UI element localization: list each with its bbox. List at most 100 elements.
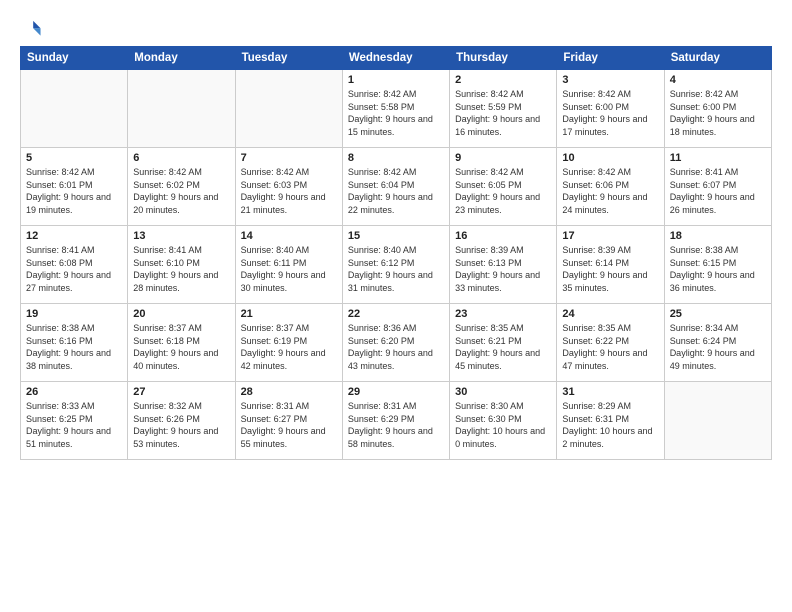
day-info: Sunrise: 8:42 AM Sunset: 6:03 PM Dayligh… <box>241 166 337 216</box>
day-info: Sunrise: 8:41 AM Sunset: 6:07 PM Dayligh… <box>670 166 766 216</box>
calendar-cell: 16Sunrise: 8:39 AM Sunset: 6:13 PM Dayli… <box>450 226 557 304</box>
day-number: 6 <box>133 152 229 164</box>
calendar-cell: 26 Sunrise: 8:33 AM Sunset: 6:25 PM Dayli… <box>21 382 128 460</box>
day-info: Sunrise: 8:38 AM Sunset: 6:15 PM Dayligh… <box>670 244 766 294</box>
week-row-1: 1 Sunrise: 8:42 AM Sunset: 5:58 PM Daylig… <box>21 70 772 148</box>
calendar-cell: 18 Sunrise: 8:38 AM Sunset: 6:15 PM Dayli… <box>664 226 771 304</box>
logo <box>20 18 46 40</box>
week-row-2: 5 Sunrise: 8:42 AM Sunset: 6:01 PM Daylig… <box>21 148 772 226</box>
day-number: 26 <box>26 386 122 398</box>
day-number: 2 <box>455 74 551 86</box>
day-info: Sunrise: 8:42 AM Sunset: 6:06 PM Dayligh… <box>562 166 658 216</box>
day-number: 1 <box>348 74 444 86</box>
day-info: Sunrise: 8:35 AM Sunset: 6:22 PM Dayligh… <box>562 322 658 372</box>
calendar-cell: 5 Sunrise: 8:42 AM Sunset: 6:01 PM Daylig… <box>21 148 128 226</box>
page: SundayMondayTuesdayWednesdayThursdayFrid… <box>0 0 792 612</box>
day-number: 13 <box>133 230 229 242</box>
day-number: 8 <box>348 152 444 164</box>
day-number: 16 <box>455 230 551 242</box>
calendar-cell <box>21 70 128 148</box>
calendar-cell <box>664 382 771 460</box>
day-info: Sunrise: 8:40 AM Sunset: 6:12 PM Dayligh… <box>348 244 444 294</box>
day-info: Sunrise: 8:37 AM Sunset: 6:19 PM Dayligh… <box>241 322 337 372</box>
day-number: 18 <box>670 230 766 242</box>
day-number: 9 <box>455 152 551 164</box>
day-number: 30 <box>455 386 551 398</box>
day-info: Sunrise: 8:42 AM Sunset: 6:00 PM Dayligh… <box>670 88 766 138</box>
calendar-cell: 15 Sunrise: 8:40 AM Sunset: 6:12 PM Dayli… <box>342 226 449 304</box>
day-number: 25 <box>670 308 766 320</box>
day-info: Sunrise: 8:33 AM Sunset: 6:25 PM Dayligh… <box>26 400 122 450</box>
weekday-header-saturday: Saturday <box>664 47 771 70</box>
calendar-cell: 27 Sunrise: 8:32 AM Sunset: 6:26 PM Dayli… <box>128 382 235 460</box>
calendar-cell: 14Sunrise: 8:40 AM Sunset: 6:11 PM Dayli… <box>235 226 342 304</box>
calendar-cell: 25 Sunrise: 8:34 AM Sunset: 6:24 PM Dayli… <box>664 304 771 382</box>
calendar-cell: 11 Sunrise: 8:41 AM Sunset: 6:07 PM Dayli… <box>664 148 771 226</box>
day-info: Sunrise: 8:41 AM Sunset: 6:10 PM Dayligh… <box>133 244 229 294</box>
day-info: Sunrise: 8:36 AM Sunset: 6:20 PM Dayligh… <box>348 322 444 372</box>
day-number: 21 <box>241 308 337 320</box>
day-number: 3 <box>562 74 658 86</box>
day-number: 17 <box>562 230 658 242</box>
day-number: 29 <box>348 386 444 398</box>
calendar-cell: 22 Sunrise: 8:36 AM Sunset: 6:20 PM Dayli… <box>342 304 449 382</box>
day-info: Sunrise: 8:37 AM Sunset: 6:18 PM Dayligh… <box>133 322 229 372</box>
calendar-cell: 19 Sunrise: 8:38 AM Sunset: 6:16 PM Dayli… <box>21 304 128 382</box>
day-info: Sunrise: 8:42 AM Sunset: 5:59 PM Dayligh… <box>455 88 551 138</box>
weekday-header-monday: Monday <box>128 47 235 70</box>
calendar-cell: 29 Sunrise: 8:31 AM Sunset: 6:29 PM Dayli… <box>342 382 449 460</box>
calendar-cell: 4 Sunrise: 8:42 AM Sunset: 6:00 PM Daylig… <box>664 70 771 148</box>
calendar-cell <box>128 70 235 148</box>
calendar-cell: 28Sunrise: 8:31 AM Sunset: 6:27 PM Dayli… <box>235 382 342 460</box>
day-number: 12 <box>26 230 122 242</box>
day-info: Sunrise: 8:42 AM Sunset: 6:02 PM Dayligh… <box>133 166 229 216</box>
calendar-cell: 13 Sunrise: 8:41 AM Sunset: 6:10 PM Dayli… <box>128 226 235 304</box>
calendar-cell: 30 Sunrise: 8:30 AM Sunset: 6:30 PM Dayli… <box>450 382 557 460</box>
day-number: 27 <box>133 386 229 398</box>
day-number: 10 <box>562 152 658 164</box>
calendar-cell: 7 Sunrise: 8:42 AM Sunset: 6:03 PM Daylig… <box>235 148 342 226</box>
day-info: Sunrise: 8:38 AM Sunset: 6:16 PM Dayligh… <box>26 322 122 372</box>
calendar-cell: 9Sunrise: 8:42 AM Sunset: 6:05 PM Daylig… <box>450 148 557 226</box>
day-number: 31 <box>562 386 658 398</box>
calendar-cell: 21 Sunrise: 8:37 AM Sunset: 6:19 PM Dayli… <box>235 304 342 382</box>
calendar-cell: 3Sunrise: 8:42 AM Sunset: 6:00 PM Daylig… <box>557 70 664 148</box>
calendar-cell: 2 Sunrise: 8:42 AM Sunset: 5:59 PM Daylig… <box>450 70 557 148</box>
day-info: Sunrise: 8:32 AM Sunset: 6:26 PM Dayligh… <box>133 400 229 450</box>
logo-icon <box>20 18 42 40</box>
weekday-header-wednesday: Wednesday <box>342 47 449 70</box>
day-info: Sunrise: 8:35 AM Sunset: 6:21 PM Dayligh… <box>455 322 551 372</box>
day-info: Sunrise: 8:31 AM Sunset: 6:27 PM Dayligh… <box>241 400 337 450</box>
day-info: Sunrise: 8:34 AM Sunset: 6:24 PM Dayligh… <box>670 322 766 372</box>
weekday-header-row: SundayMondayTuesdayWednesdayThursdayFrid… <box>21 47 772 70</box>
calendar-cell: 20Sunrise: 8:37 AM Sunset: 6:18 PM Dayli… <box>128 304 235 382</box>
day-number: 11 <box>670 152 766 164</box>
calendar-cell: 17 Sunrise: 8:39 AM Sunset: 6:14 PM Dayli… <box>557 226 664 304</box>
calendar: SundayMondayTuesdayWednesdayThursdayFrid… <box>20 46 772 460</box>
day-info: Sunrise: 8:30 AM Sunset: 6:30 PM Dayligh… <box>455 400 551 450</box>
day-number: 7 <box>241 152 337 164</box>
weekday-header-thursday: Thursday <box>450 47 557 70</box>
day-number: 15 <box>348 230 444 242</box>
day-info: Sunrise: 8:42 AM Sunset: 5:58 PM Dayligh… <box>348 88 444 138</box>
calendar-cell: 24 Sunrise: 8:35 AM Sunset: 6:22 PM Dayli… <box>557 304 664 382</box>
day-number: 4 <box>670 74 766 86</box>
week-row-5: 26 Sunrise: 8:33 AM Sunset: 6:25 PM Dayli… <box>21 382 772 460</box>
day-info: Sunrise: 8:39 AM Sunset: 6:14 PM Dayligh… <box>562 244 658 294</box>
weekday-header-tuesday: Tuesday <box>235 47 342 70</box>
day-number: 5 <box>26 152 122 164</box>
day-info: Sunrise: 8:42 AM Sunset: 6:01 PM Dayligh… <box>26 166 122 216</box>
calendar-cell: 1 Sunrise: 8:42 AM Sunset: 5:58 PM Daylig… <box>342 70 449 148</box>
calendar-cell: 6 Sunrise: 8:42 AM Sunset: 6:02 PM Daylig… <box>128 148 235 226</box>
header <box>20 18 772 40</box>
day-number: 24 <box>562 308 658 320</box>
calendar-cell: 8Sunrise: 8:42 AM Sunset: 6:04 PM Daylig… <box>342 148 449 226</box>
weekday-header-friday: Friday <box>557 47 664 70</box>
day-info: Sunrise: 8:31 AM Sunset: 6:29 PM Dayligh… <box>348 400 444 450</box>
day-info: Sunrise: 8:40 AM Sunset: 6:11 PM Dayligh… <box>241 244 337 294</box>
day-number: 22 <box>348 308 444 320</box>
day-info: Sunrise: 8:41 AM Sunset: 6:08 PM Dayligh… <box>26 244 122 294</box>
calendar-cell: 12 Sunrise: 8:41 AM Sunset: 6:08 PM Dayli… <box>21 226 128 304</box>
day-number: 23 <box>455 308 551 320</box>
day-number: 19 <box>26 308 122 320</box>
